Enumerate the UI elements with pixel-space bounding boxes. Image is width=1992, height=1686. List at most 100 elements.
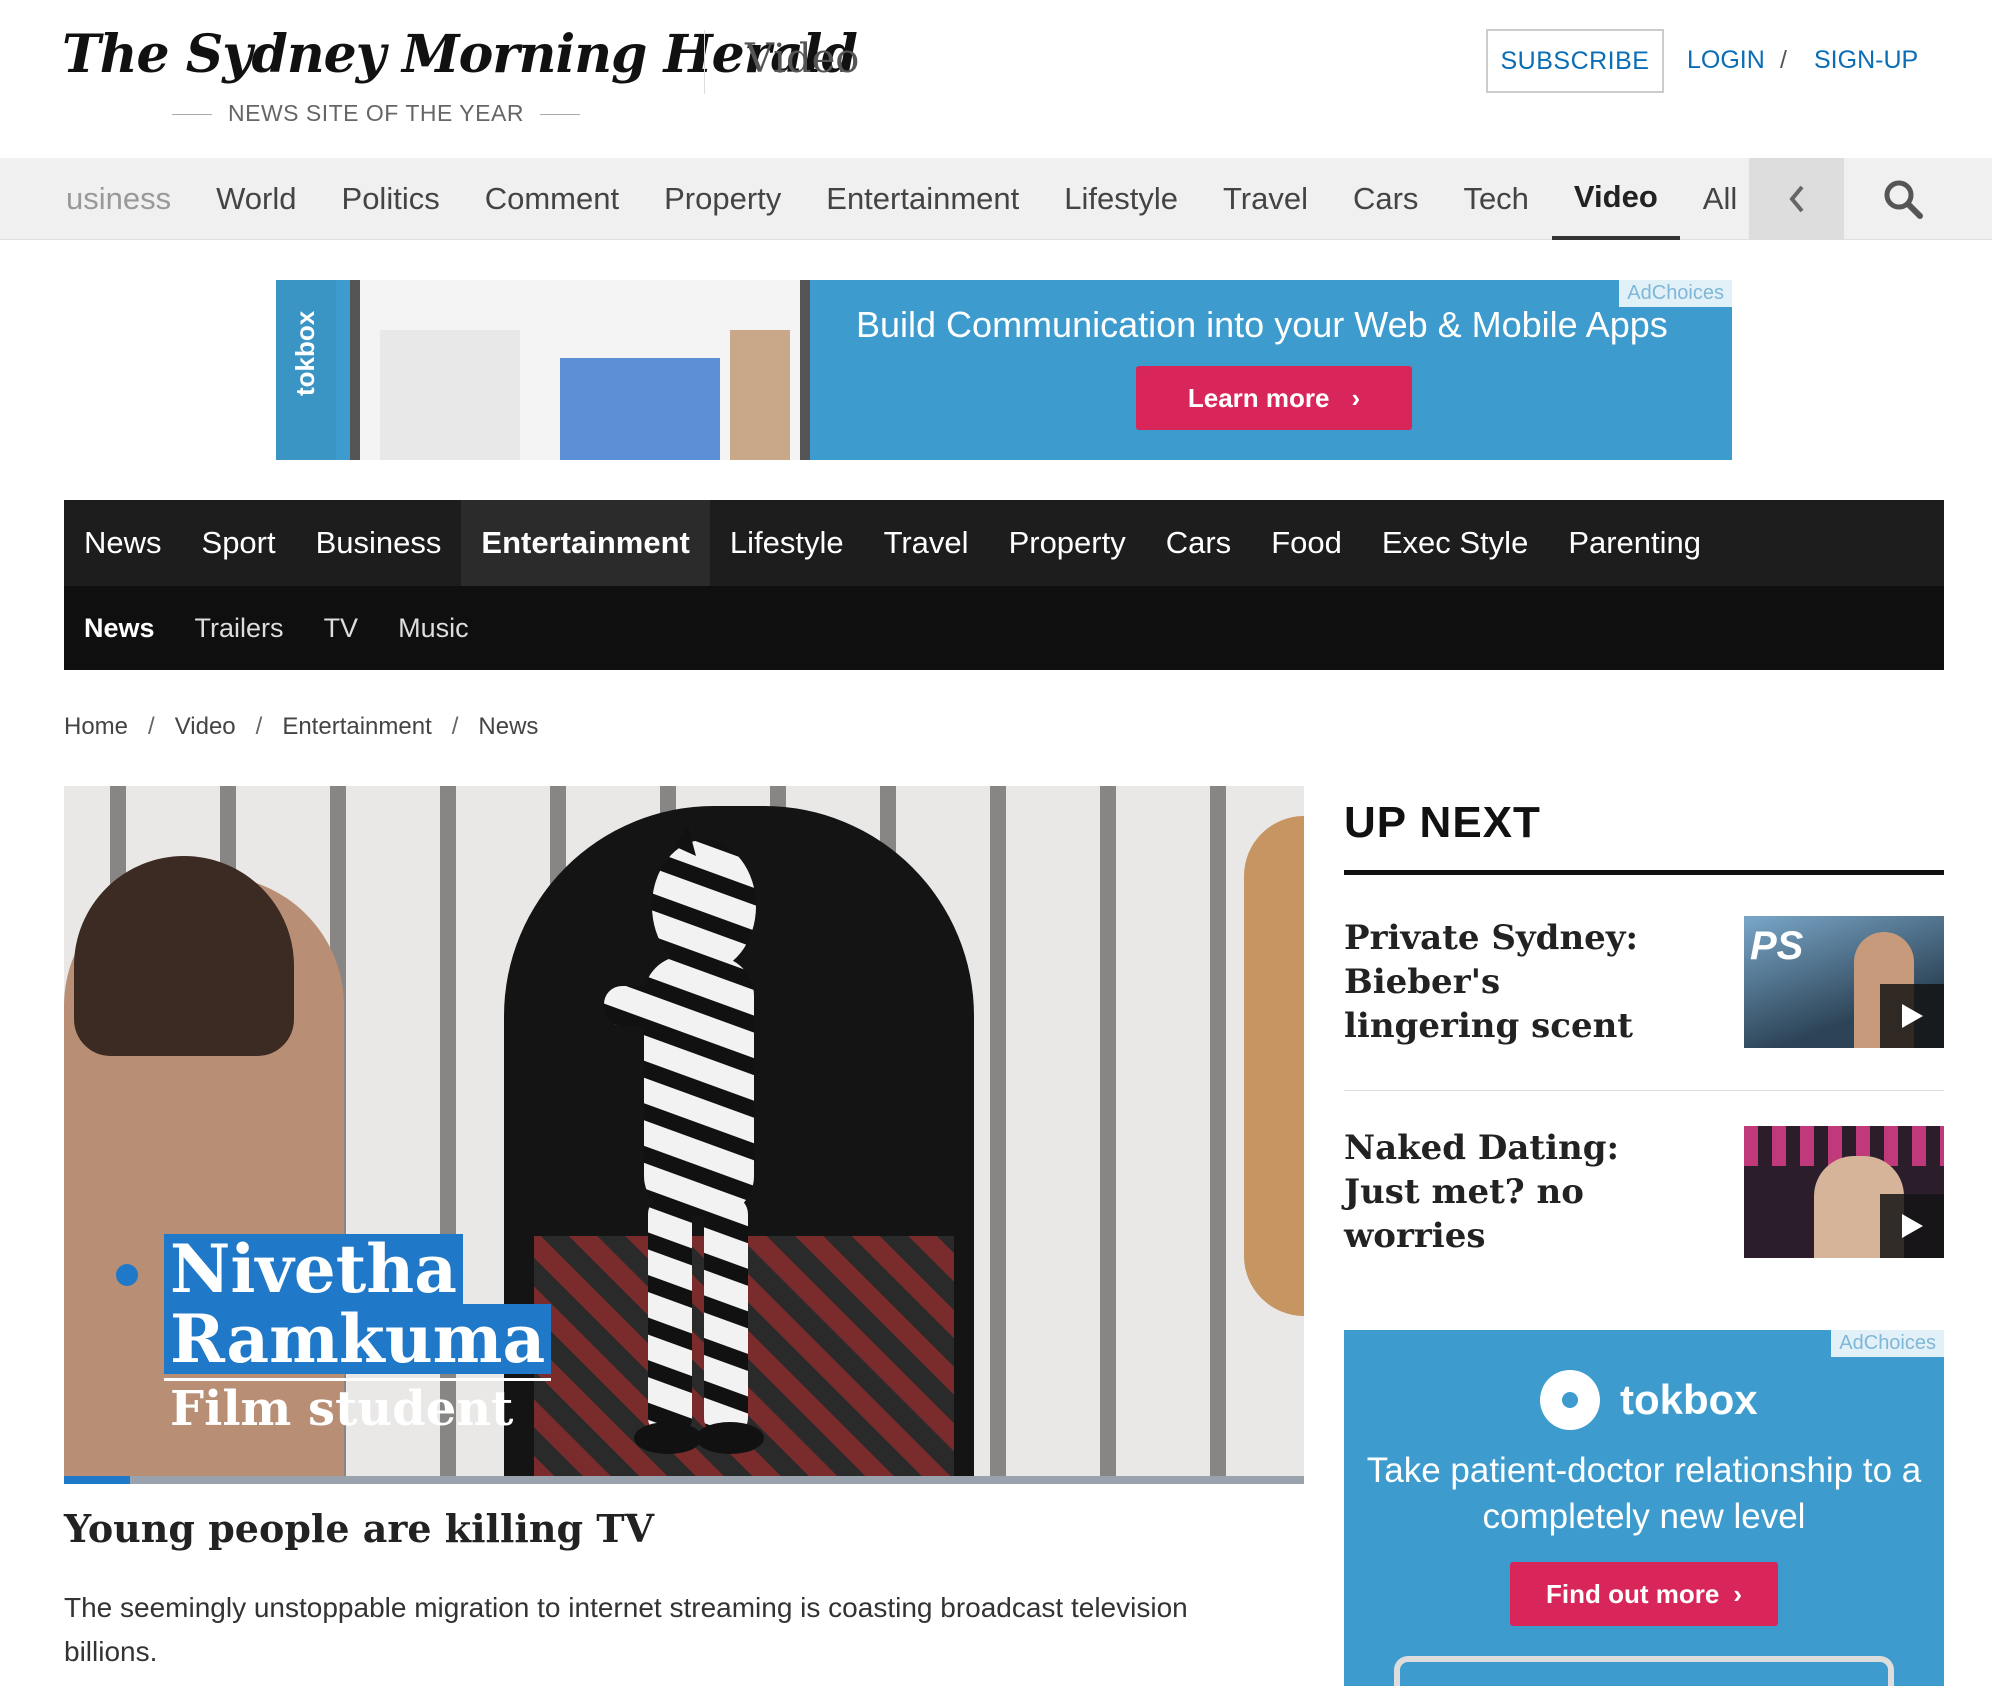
signup-link[interactable]: SIGN-UP (1814, 46, 1918, 75)
up-next-item-title[interactable]: Private Sydney: Bieber's lingering scent (1344, 916, 1684, 1048)
top-nav-item-business[interactable]: usiness (66, 158, 171, 240)
adchoices-badge[interactable]: AdChoices (1619, 280, 1732, 307)
video-title[interactable]: Young people are killing TV (64, 1506, 654, 1551)
section-nav-lifestyle[interactable]: Lifestyle (710, 500, 864, 586)
section-nav-secondary: News Trailers TV Music (64, 586, 1944, 670)
top-nav-item-property[interactable]: Property (664, 158, 781, 240)
breadcrumb-separator: / (255, 713, 263, 740)
header-divider (704, 30, 705, 94)
site-header: The Sydney Morning Herald NEWS SITE OF T… (0, 0, 1992, 158)
subnav-tv[interactable]: TV (304, 586, 379, 670)
side-ad-cta-label: Find out more (1546, 1578, 1720, 1609)
video-description: The seemingly unstoppable migration to i… (64, 1592, 1188, 1667)
top-nav-item-politics[interactable]: Politics (342, 158, 440, 240)
breadcrumb-separator: / (148, 713, 155, 740)
video-frame-person-right (1244, 816, 1304, 1316)
up-next-item-thumbnail[interactable]: PS (1744, 916, 1944, 1048)
ad-learn-more-button[interactable]: Learn more › (1136, 366, 1412, 430)
play-button[interactable] (1880, 1194, 1944, 1258)
play-button[interactable] (1880, 984, 1944, 1048)
login-link[interactable]: LOGIN (1687, 46, 1765, 75)
search-button[interactable] (1855, 158, 1950, 240)
section-nav-property[interactable]: Property (989, 500, 1146, 586)
nav-scroll-back-button[interactable] (1749, 158, 1844, 240)
lower-third-name-line-1: Nivetha (164, 1234, 463, 1304)
ad-screenshot-panel (380, 330, 520, 460)
side-ad-find-out-more-button[interactable]: Find out more › (1510, 1562, 1778, 1626)
video-player[interactable]: Nivetha Ramkuma Film student (64, 786, 1304, 1484)
section-nav-cars[interactable]: Cars (1146, 500, 1251, 586)
section-nav-sport[interactable]: Sport (182, 500, 296, 586)
top-nav: usiness World Politics Comment Property … (0, 158, 1992, 240)
video-progress-bar[interactable] (64, 1476, 1304, 1484)
lower-third-name-line-2: Ramkuma (164, 1304, 552, 1374)
breadcrumb-news[interactable]: News (478, 713, 538, 741)
masthead-tagline: NEWS SITE OF THE YEAR (172, 100, 596, 127)
up-next-separator (1344, 1090, 1944, 1091)
masthead-logo[interactable]: The Sydney Morning Herald (62, 24, 858, 85)
top-nav-item-tech[interactable]: Tech (1463, 158, 1528, 240)
chevron-left-icon (1788, 185, 1804, 213)
breadcrumb-separator: / (451, 713, 459, 740)
ad-screenshot-blueprint (560, 358, 720, 460)
search-icon (1884, 180, 1923, 219)
section-nav-news[interactable]: News (64, 500, 182, 586)
play-icon (1902, 1214, 1923, 1238)
adchoices-badge[interactable]: AdChoices (1831, 1330, 1944, 1357)
subscribe-button[interactable]: SUBSCRIBE (1486, 29, 1664, 93)
section-nav-parenting[interactable]: Parenting (1548, 500, 1721, 586)
ad-product-screenshot (350, 280, 810, 460)
top-nav-item-world[interactable]: World (216, 158, 296, 240)
top-nav-item-cars[interactable]: Cars (1353, 158, 1418, 240)
advertisement-banner[interactable]: tokbox Build Communication into your Web… (276, 280, 1732, 460)
top-nav-item-all[interactable]: All (1703, 158, 1737, 240)
lower-third-dot (116, 1264, 138, 1286)
up-next-item-thumbnail[interactable] (1744, 1126, 1944, 1258)
subnav-trailers[interactable]: Trailers (175, 586, 304, 670)
side-ad-copy: Take patient-doctor relationship to a co… (1366, 1451, 1922, 1536)
section-title: Video (745, 36, 860, 82)
section-nav-travel[interactable]: Travel (864, 500, 989, 586)
section-nav-business[interactable]: Business (296, 500, 462, 586)
login-signup-separator: / (1780, 46, 1787, 74)
lower-third-role: Film student (164, 1378, 552, 1437)
breadcrumb: Home / Video / Entertainment / News (64, 713, 538, 741)
section-nav-food[interactable]: Food (1251, 500, 1362, 586)
up-next-item-title[interactable]: Naked Dating: Just met? no worries (1344, 1126, 1684, 1258)
breadcrumb-entertainment[interactable]: Entertainment (282, 713, 431, 741)
top-nav-items: usiness World Politics Comment Property … (66, 158, 1782, 240)
subnav-music[interactable]: Music (378, 586, 489, 670)
section-nav: News Sport Business Entertainment Lifest… (64, 500, 1944, 670)
side-ad-brand-name: tokbox (1620, 1376, 1758, 1423)
breadcrumb-home[interactable]: Home (64, 713, 128, 741)
zebra-figure (604, 826, 764, 1454)
lower-third: Nivetha Ramkuma Film student (164, 1234, 552, 1437)
ad-headline: Build Communication into your Web & Mobi… (856, 304, 1668, 345)
up-next-heading: UP NEXT (1344, 798, 1541, 847)
top-nav-item-comment[interactable]: Comment (485, 158, 619, 240)
video-progress-fill (64, 1476, 130, 1484)
top-nav-item-entertainment[interactable]: Entertainment (826, 158, 1019, 240)
lower-third-name: Nivetha Ramkuma (164, 1234, 552, 1374)
subnav-news[interactable]: News (64, 586, 175, 670)
breadcrumb-video[interactable]: Video (175, 713, 236, 741)
up-next-rule (1344, 870, 1944, 875)
section-nav-entertainment[interactable]: Entertainment (461, 500, 710, 586)
section-nav-exec-style[interactable]: Exec Style (1362, 500, 1548, 586)
video-frame-hair (74, 856, 294, 1056)
ad-screenshot-video-faces (730, 330, 790, 460)
top-nav-item-travel[interactable]: Travel (1223, 158, 1308, 240)
sidebar-advertisement[interactable]: AdChoices tokbox Take patient-doctor rel… (1344, 1330, 1944, 1686)
thumbnail-ps-logo: PS (1750, 924, 1804, 968)
side-ad-laptop-graphic (1394, 1656, 1894, 1686)
top-nav-item-lifestyle[interactable]: Lifestyle (1064, 158, 1178, 240)
chevron-right-icon: › (1733, 1578, 1742, 1609)
side-ad-brand: tokbox (1540, 1370, 1758, 1430)
chevron-right-icon: › (1351, 382, 1361, 413)
tokbox-logo-icon (1540, 1370, 1600, 1430)
ad-brand-name: tokbox (290, 310, 320, 396)
section-nav-primary: News Sport Business Entertainment Lifest… (64, 500, 1721, 586)
ad-cta-label: Learn more (1187, 382, 1330, 413)
top-nav-item-video[interactable]: Video (1551, 158, 1680, 240)
play-icon (1902, 1004, 1923, 1028)
